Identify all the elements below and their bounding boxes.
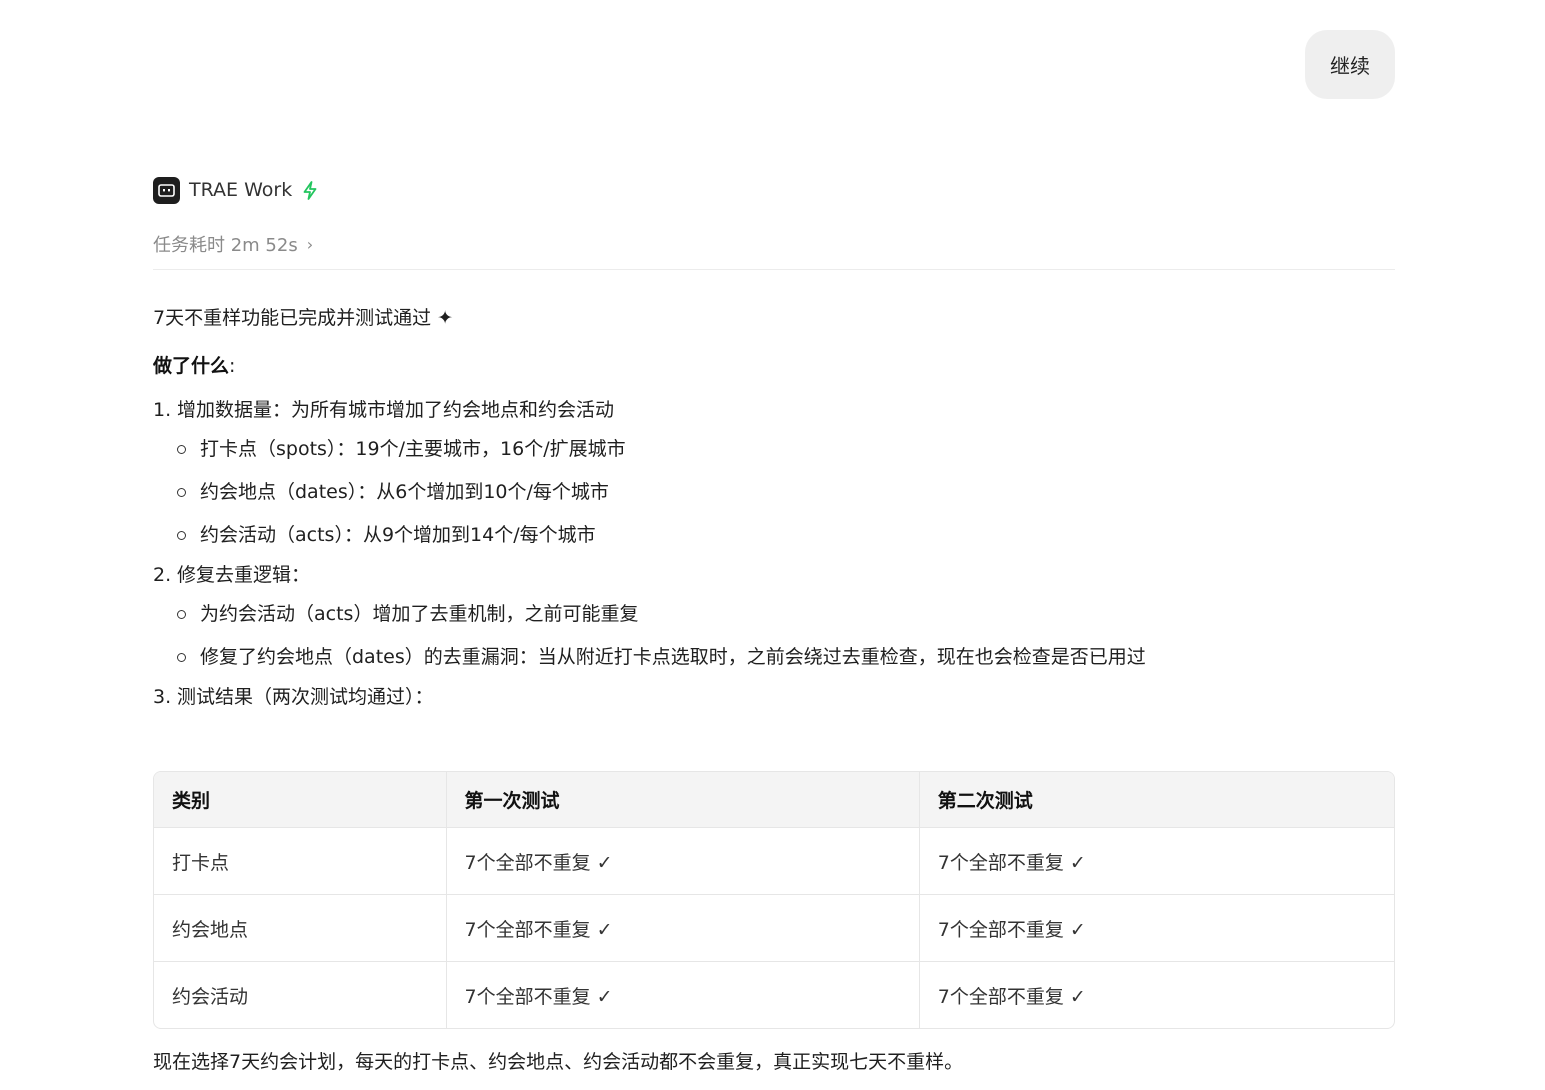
bolt-icon [302, 180, 320, 200]
sub-item-text: 打卡点（spots）：19个/主要城市，16个/扩展城市 [200, 438, 626, 460]
response-content: 7天不重样功能已完成并测试通过 ✦ 做了什么: 1. 增加数据量：为所有城市增加了… [153, 300, 1395, 715]
column-header-category: 类别 [154, 772, 447, 828]
sub-item-text: 为约会活动（acts）增加了去重机制，之前可能重复 [200, 603, 639, 625]
list-item: 3. 测试结果（两次测试均通过）： [153, 679, 1395, 715]
user-message-bubble: 继续 [1305, 30, 1395, 99]
sub-item-text: 约会活动（acts）：从9个增加到14个/每个城市 [200, 524, 596, 546]
sub-list-item: 修复了约会地点（dates）的去重漏洞：当从附近打卡点选取时，之前会绕过去重检查… [177, 636, 1395, 679]
bullet-icon [177, 488, 186, 497]
step-title: 增加数据量：为所有城市增加了约会地点和约会活动 [177, 399, 615, 421]
table-cell: 约会地点 [154, 895, 447, 962]
robot-icon [153, 176, 180, 204]
agent-header: TRAE Work [153, 176, 320, 204]
table-row: 约会地点 7个全部不重复 ✓ 7个全部不重复 ✓ [154, 895, 1394, 962]
list-item: 1. 增加数据量：为所有城市增加了约会地点和约会活动 打卡点（spots）：19个… [153, 392, 1395, 557]
task-duration-toggle[interactable]: 任务耗时 2m 52s › [153, 231, 313, 257]
table-cell: 打卡点 [154, 828, 447, 895]
table-row: 打卡点 7个全部不重复 ✓ 7个全部不重复 ✓ [154, 828, 1394, 895]
user-message-text: 继续 [1330, 54, 1370, 78]
table-cell: 7个全部不重复 ✓ [447, 962, 920, 1028]
bullet-icon [177, 531, 186, 540]
column-header-first-test: 第一次测试 [446, 772, 920, 828]
sub-list: 为约会活动（acts）增加了去重机制，之前可能重复 修复了约会地点（dates）… [153, 593, 1395, 679]
bullet-icon [177, 653, 186, 662]
table-cell: 7个全部不重复 ✓ [937, 985, 1086, 1008]
summary-text: 7天不重样功能已完成并测试通过 ✦ [153, 307, 454, 329]
conclusion-text: 现在选择7天约会计划，每天的打卡点、约会地点、约会活动都不会重复，真正实现七天不… [153, 1051, 964, 1073]
sub-list: 打卡点（spots）：19个/主要城市，16个/扩展城市 约会地点（dates）… [153, 428, 1395, 557]
section-heading-text: 做了什么 [153, 355, 230, 377]
table-cell: 约会活动 [154, 962, 447, 1028]
table-cell: 7个全部不重复 ✓ [919, 828, 1394, 895]
list-item: 2. 修复去重逻辑： 为约会活动（acts）增加了去重机制，之前可能重复 修复了约… [153, 557, 1395, 679]
table-cell: 7个全部不重复 ✓ [446, 828, 920, 895]
agent-name: TRAE Work [189, 179, 293, 201]
step-number: 2. [153, 564, 172, 586]
sub-list-item: 约会活动（acts）：从9个增加到14个/每个城市 [177, 514, 1395, 557]
sub-item-text: 约会地点（dates）：从6个增加到10个/每个城市 [200, 481, 609, 503]
task-duration-label: 任务耗时 2m 52s [153, 235, 298, 256]
step-title: 测试结果（两次测试均通过）： [177, 686, 434, 708]
step-number: 3. [153, 686, 172, 708]
sub-item-text: 修复了约会地点（dates）的去重漏洞：当从附近打卡点选取时，之前会绕过去重检查… [200, 646, 1146, 668]
table-row: 约会活动 7个全部不重复 ✓ 7个全部不重复 ✓ [154, 962, 1394, 1028]
steps-list: 1. 增加数据量：为所有城市增加了约会地点和约会活动 打卡点（spots）：19个… [153, 392, 1395, 715]
sub-list-item: 打卡点（spots）：19个/主要城市，16个/扩展城市 [177, 428, 1395, 471]
sub-list-item: 为约会活动（acts）增加了去重机制，之前可能重复 [177, 593, 1395, 636]
section-heading: 做了什么: [153, 348, 1395, 384]
column-header-second-test: 第二次测试 [919, 772, 1394, 828]
step-number: 1. [153, 399, 172, 421]
results-table: 类别 第一次测试 第二次测试 打卡点 7个全部不重复 ✓ 7个全部不重复 ✓ 约… [153, 771, 1395, 1029]
section-heading-colon: : [229, 355, 236, 377]
chevron-right-icon: › [306, 234, 314, 254]
sub-list-item: 约会地点（dates）：从6个增加到10个/每个城市 [177, 471, 1395, 514]
table-cell: 7个全部不重复 ✓ [919, 895, 1394, 962]
table-header-row: 类别 第一次测试 第二次测试 [154, 772, 1394, 828]
divider [153, 269, 1395, 270]
step-title: 修复去重逻辑： [177, 564, 311, 586]
bullet-icon [177, 610, 186, 619]
bullet-icon [177, 445, 186, 454]
table-cell: 7个全部不重复 ✓ [446, 895, 920, 962]
